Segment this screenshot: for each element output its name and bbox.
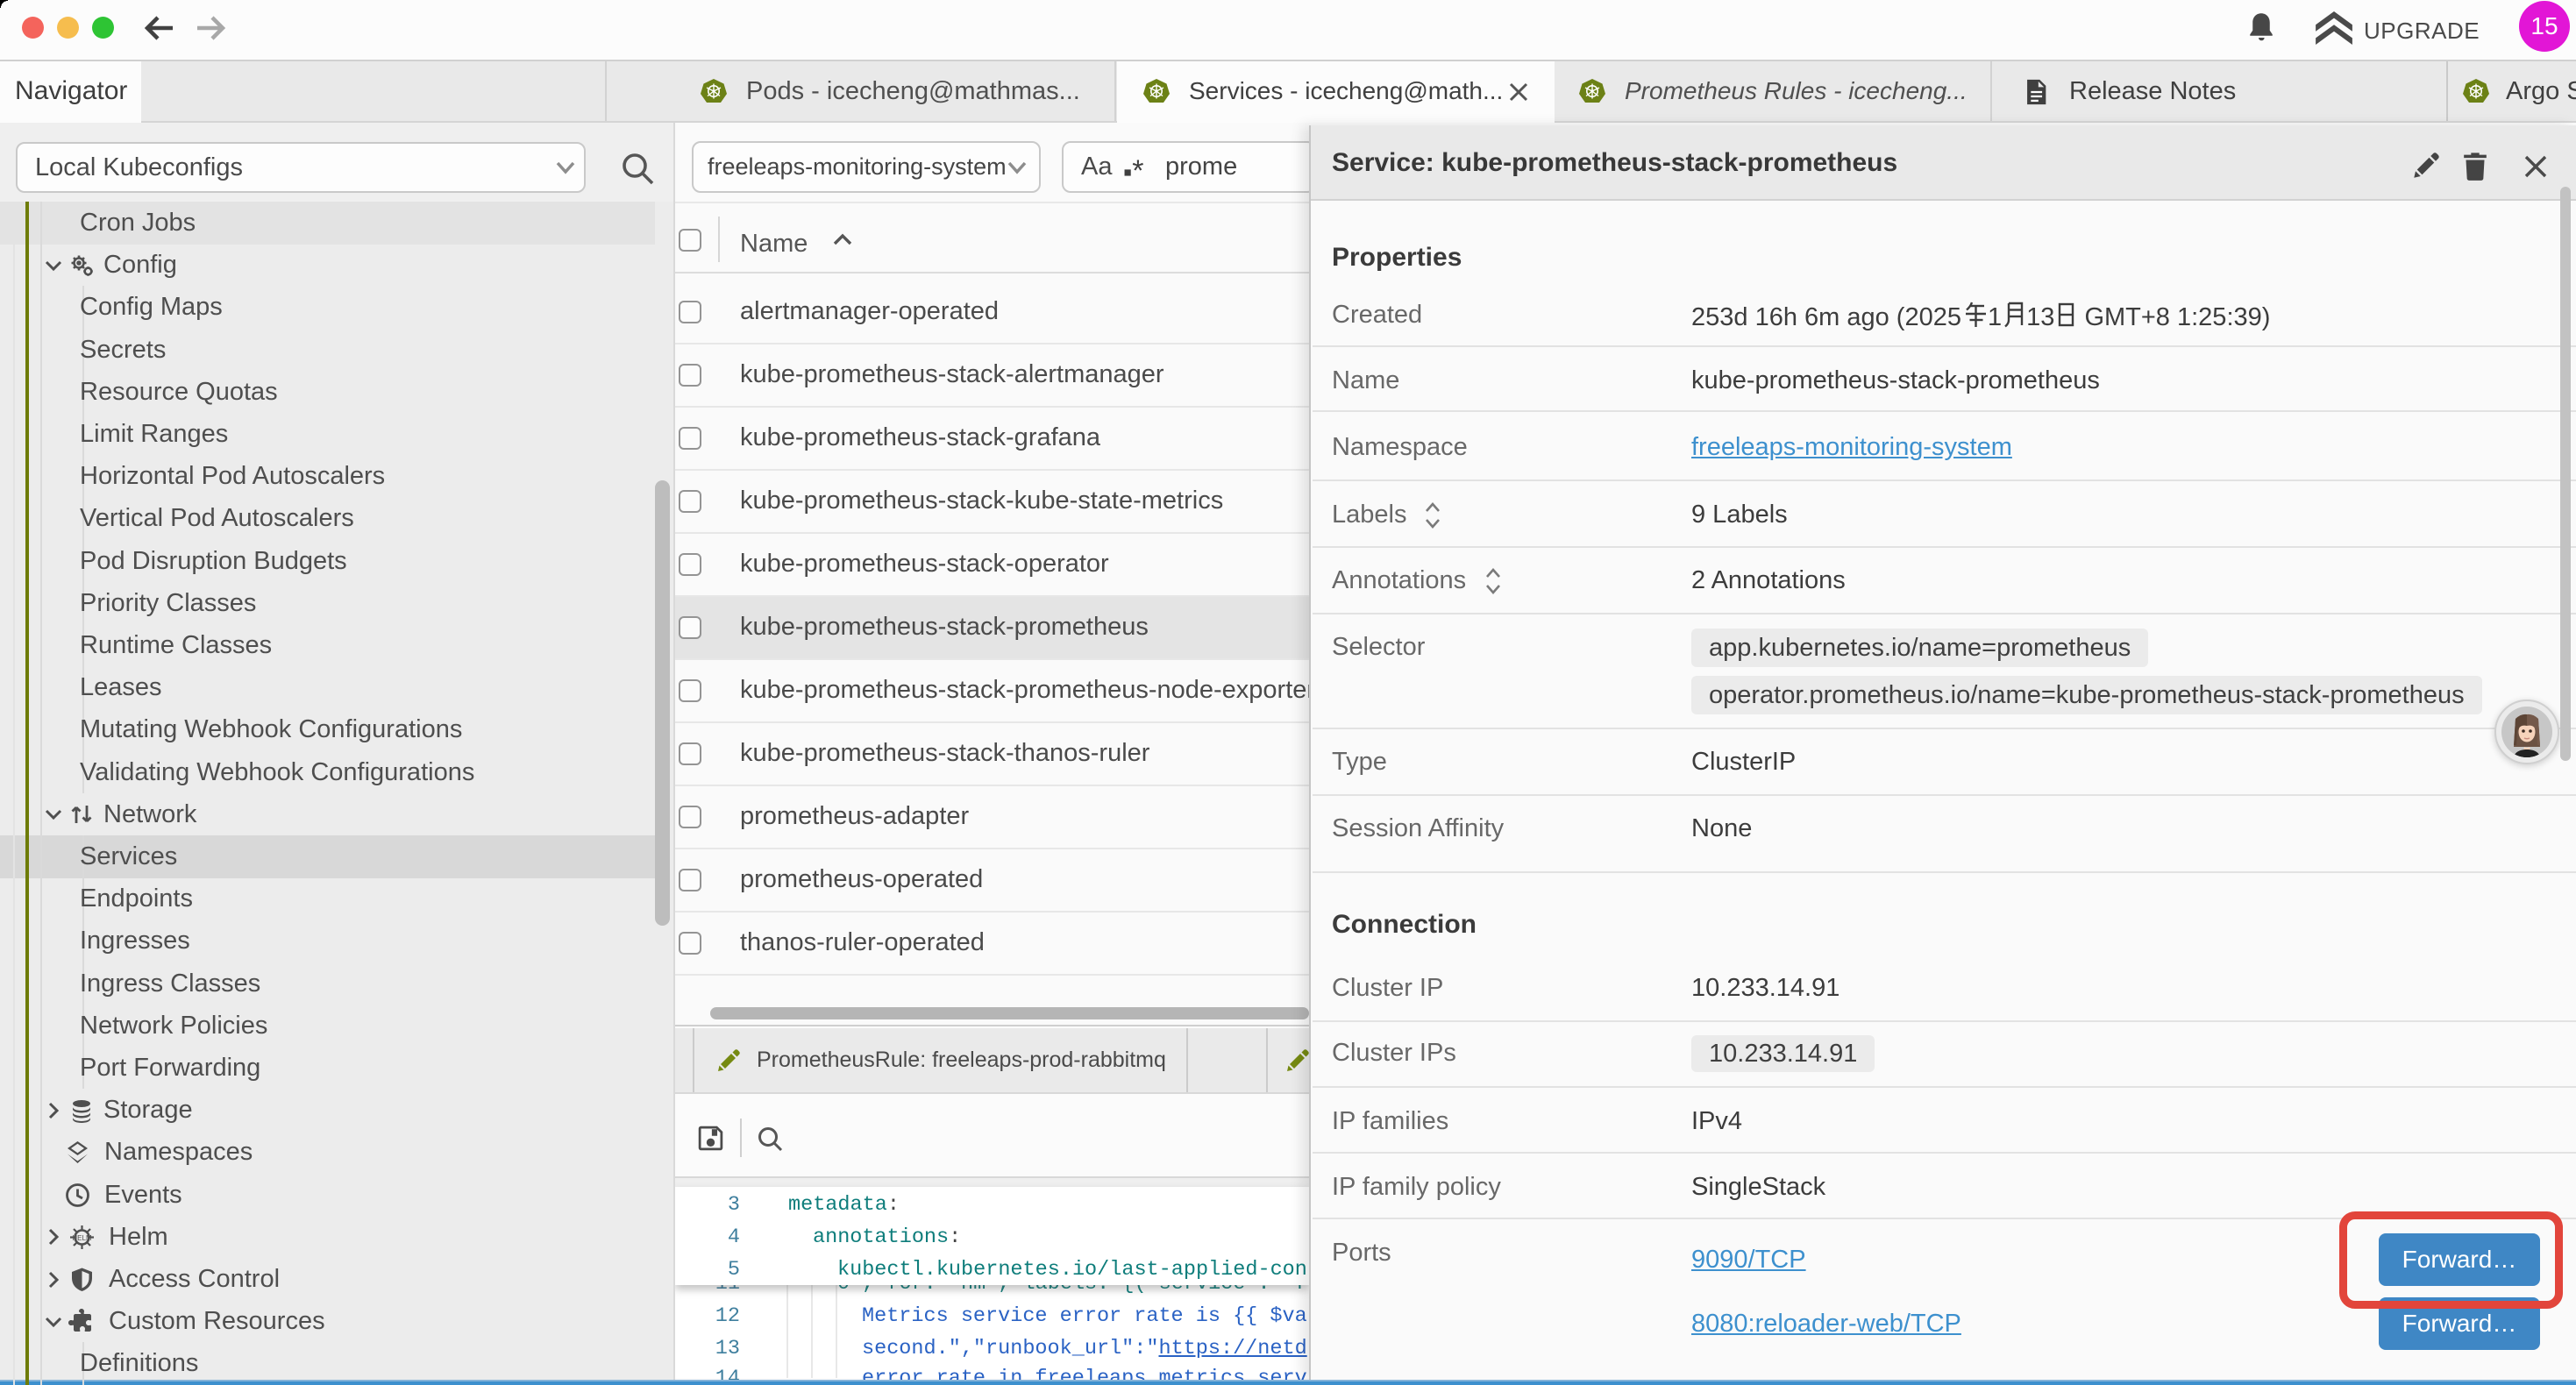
svg-text:HELM: HELM — [72, 1234, 92, 1242]
